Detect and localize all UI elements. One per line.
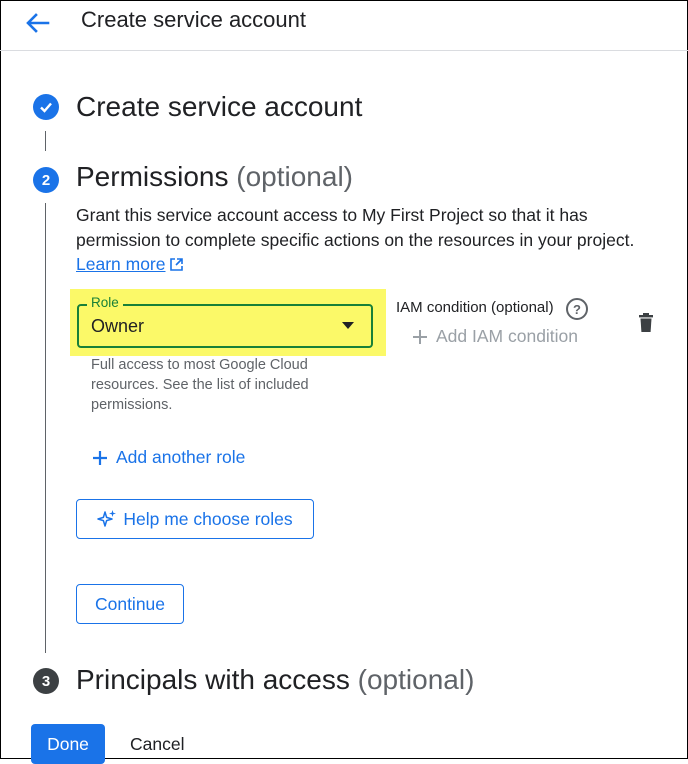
add-iam-condition-button: Add IAM condition: [412, 326, 578, 347]
check-circle-icon: [33, 94, 59, 120]
permissions-description: Grant this service account access to My …: [76, 205, 635, 250]
role-label: Role: [87, 296, 123, 310]
iam-condition-label: IAM condition (optional): [396, 299, 554, 316]
add-another-role-button[interactable]: Add another role: [92, 447, 245, 468]
step-1-title[interactable]: Create service account: [76, 91, 362, 123]
cancel-button[interactable]: Cancel: [130, 734, 184, 755]
plus-icon: [93, 450, 107, 465]
delete-icon[interactable]: [637, 313, 655, 333]
step-connector: [45, 203, 46, 653]
page-title: Create service account: [81, 7, 306, 32]
header: Create service account: [0, 0, 688, 51]
step-connector: [45, 131, 46, 151]
step-3-title[interactable]: Principals with access (optional): [76, 664, 474, 696]
help-me-choose-roles-button[interactable]: Help me choose roles: [76, 499, 314, 539]
plus-icon: [413, 329, 427, 344]
done-button[interactable]: Done: [31, 724, 105, 764]
learn-more-link[interactable]: Learn more: [76, 254, 184, 275]
help-icon[interactable]: ?: [566, 298, 588, 320]
arrow-back-icon[interactable]: [22, 8, 52, 38]
role-help-text: Full access to most Google Cloud resourc…: [91, 357, 309, 413]
open-in-new-icon: [169, 258, 183, 271]
dropdown-arrow-icon: [342, 322, 354, 329]
sparkle-icon: [97, 510, 117, 527]
step-2-title: Permissions (optional): [76, 161, 353, 192]
role-value: Owner: [91, 316, 145, 336]
step-2-number-badge: 2: [33, 167, 59, 193]
step-3-number-badge: 3: [33, 668, 59, 694]
continue-button[interactable]: Continue: [76, 584, 184, 624]
